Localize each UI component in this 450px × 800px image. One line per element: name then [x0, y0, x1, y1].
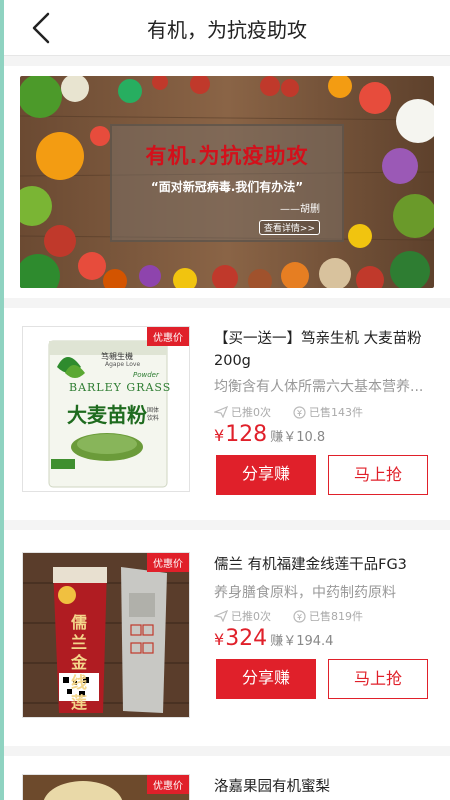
can-brand-en: Agape Love	[105, 361, 141, 368]
recommend-count: 已推0次	[231, 610, 271, 623]
can-text-powder: Powder	[133, 371, 159, 379]
currency-symbol: ¥	[214, 426, 225, 445]
product-title[interactable]: 洛嘉果园有机蜜梨	[214, 776, 436, 798]
section-divider	[4, 746, 450, 756]
page-title: 有机，为抗疫助攻	[147, 18, 307, 42]
top-bar: 有机，为抗疫助攻	[4, 0, 450, 56]
banner-text-panel: 有机.为抗疫助攻 “面对新冠病毒.我们有办法” ——胡删 查看详情>>	[110, 124, 344, 242]
share-earn-button[interactable]: 分享赚	[216, 455, 316, 495]
section-divider	[4, 298, 450, 308]
earn-amount: 赚￥10.8	[270, 430, 326, 445]
discount-badge: 优惠价	[147, 327, 189, 346]
product-image[interactable]: 优惠价	[22, 774, 190, 800]
recommend-stat: 已推0次	[214, 404, 271, 420]
sold-stat: 已售819件	[293, 608, 363, 624]
banner-detail-link[interactable]: 查看详情>>	[258, 220, 320, 235]
recommend-stat: 已推0次	[214, 608, 271, 624]
product-title[interactable]: 【买一送一】笃亲生机 大麦苗粉200g	[214, 328, 436, 372]
price-value: 128	[225, 422, 268, 447]
product-title[interactable]: 儒兰 有机福建金线莲干品FG3	[214, 554, 436, 576]
product-card[interactable]: 优惠价 儒兰金线莲 儒兰 有机福建金线莲干品FG3 养身膳食原料，中药制药原料 …	[4, 552, 450, 722]
product-image[interactable]: 优惠价 儒兰金线莲	[22, 552, 190, 718]
product-card[interactable]: 优惠价 笃親生機 Agape Love BARLEY GRASS Powder …	[4, 326, 450, 496]
discount-badge: 优惠价	[147, 553, 189, 572]
banner-author: ——胡删	[280, 204, 320, 215]
discount-badge: 优惠价	[147, 775, 189, 794]
product-stats: 已推0次 已售143件	[214, 404, 363, 420]
section-divider	[4, 520, 450, 530]
product-card[interactable]: 优惠价 洛嘉果园有机蜜梨	[4, 774, 450, 800]
price-row: ¥ 128 赚￥10.8	[214, 422, 325, 447]
recommend-count: 已推0次	[231, 406, 271, 419]
currency-symbol: ¥	[214, 630, 225, 649]
sold-count: 已售143件	[309, 406, 363, 419]
coin-icon	[293, 405, 306, 419]
buy-now-button[interactable]: 马上抢	[328, 659, 428, 699]
pack-text: 儒兰金线莲	[71, 613, 88, 712]
coin-icon	[293, 609, 306, 623]
sold-count: 已售819件	[309, 610, 363, 623]
send-icon	[214, 610, 228, 622]
can-text-cn: 大麦苗粉	[67, 403, 147, 427]
price-row: ¥ 324 赚￥194.4	[214, 626, 333, 651]
buy-now-button[interactable]: 马上抢	[328, 455, 428, 495]
banner-quote: “面对新冠病毒.我们有办法”	[150, 180, 304, 194]
can-subtitle: 固体饮料	[147, 407, 160, 422]
product-description: 养身膳食原料，中药制药原料	[214, 585, 396, 601]
can-text-en: BARLEY GRASS	[69, 381, 172, 394]
header-gap	[4, 56, 450, 66]
sold-stat: 已售143件	[293, 404, 363, 420]
price-value: 324	[225, 626, 268, 651]
earn-amount: 赚￥194.4	[270, 634, 334, 649]
send-icon	[214, 406, 228, 418]
product-stats: 已推0次 已售819件	[214, 608, 363, 624]
product-image[interactable]: 优惠价 笃親生機 Agape Love BARLEY GRASS Powder …	[22, 326, 190, 492]
promo-banner[interactable]: 有机.为抗疫助攻 “面对新冠病毒.我们有办法” ——胡删 查看详情>>	[20, 76, 434, 288]
golden-lotus-pack-image	[23, 553, 189, 717]
product-description: 均衡含有人体所需六大基本营养...	[214, 379, 424, 395]
share-earn-button[interactable]: 分享赚	[216, 659, 316, 699]
banner-title: 有机.为抗疫助攻	[145, 144, 309, 168]
